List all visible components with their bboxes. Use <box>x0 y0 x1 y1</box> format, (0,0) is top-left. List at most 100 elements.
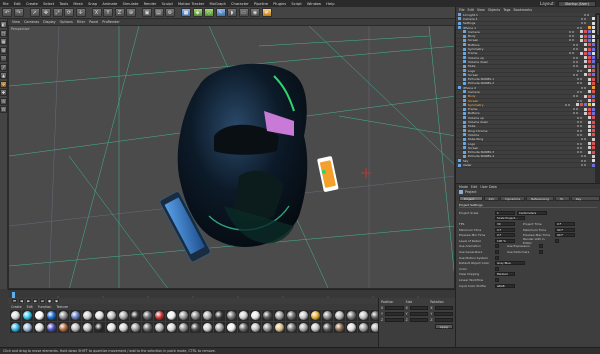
attribute-value[interactable]: sRGB <box>495 283 515 288</box>
material-swatch[interactable] <box>310 322 321 333</box>
visibility-toggles[interactable] <box>565 103 574 106</box>
material-swatch[interactable] <box>214 310 225 321</box>
attribute-value[interactable]: 0 F <box>495 227 515 232</box>
render-view-icon[interactable]: ▣ <box>142 8 152 17</box>
tab-info[interactable]: Info <box>483 195 500 201</box>
material-swatch[interactable] <box>106 322 117 333</box>
material-swatch[interactable] <box>238 310 249 321</box>
material-swatch[interactable] <box>286 322 297 333</box>
tweak-mode-icon[interactable]: ✚ <box>0 89 7 96</box>
pen-icon[interactable]: ✎ <box>215 8 226 17</box>
viewport-menu-cameras[interactable]: Cameras <box>24 20 39 24</box>
visibility-toggles[interactable] <box>577 133 586 136</box>
subdivision-surface-icon[interactable]: ◆ <box>192 8 203 17</box>
material-swatch[interactable] <box>322 310 333 321</box>
attribute-value[interactable] <box>495 277 499 282</box>
material-swatch[interactable] <box>82 310 93 321</box>
material-swatch[interactable] <box>94 310 105 321</box>
tag-icon[interactable] <box>580 103 583 107</box>
cube-icon[interactable]: ■ <box>181 8 191 17</box>
tag-icon[interactable] <box>588 94 591 98</box>
material-menu-texture[interactable]: Texture <box>56 305 68 309</box>
menu-file[interactable]: File <box>0 2 11 6</box>
tab-objects[interactable] <box>595 14 600 36</box>
visibility-toggles[interactable] <box>577 146 586 149</box>
tab-project-settings[interactable]: Project Settings <box>459 195 483 205</box>
visibility-toggles[interactable] <box>573 48 582 51</box>
viewport-menu-prorender[interactable]: ProRender <box>102 20 119 24</box>
object-menu-file[interactable]: File <box>459 8 465 12</box>
visibility-toggles[interactable] <box>581 17 590 20</box>
material-swatch[interactable] <box>142 310 153 321</box>
tag-icon[interactable] <box>588 60 591 64</box>
attribute-value-2[interactable]: 0 F <box>555 221 575 226</box>
tag-icon[interactable] <box>588 81 591 85</box>
undo-icon[interactable]: ↶ <box>2 8 12 17</box>
tag-icon[interactable] <box>588 90 591 94</box>
material-swatch[interactable] <box>346 310 357 321</box>
material-swatch[interactable] <box>298 322 309 333</box>
object-row[interactable]: Vader <box>456 163 595 168</box>
visibility-toggles[interactable] <box>584 13 593 16</box>
render-picture-viewer-icon[interactable]: ▤ <box>153 8 164 17</box>
tab-referencing[interactable]: Referencing <box>526 195 555 201</box>
material-swatch[interactable] <box>22 310 33 321</box>
make-editable-icon[interactable]: ◧ <box>0 21 7 28</box>
tag-icon[interactable] <box>584 56 587 60</box>
tag-icon[interactable] <box>588 116 591 120</box>
material-swatch[interactable] <box>70 310 81 321</box>
tag-icon[interactable] <box>588 77 591 81</box>
cursor-icon[interactable]: ✛ <box>75 8 86 17</box>
material-swatch[interactable] <box>46 310 57 321</box>
tag-icon[interactable] <box>588 120 591 124</box>
tag-icon[interactable] <box>584 111 587 115</box>
attribute-menu-user-data[interactable]: User Data <box>480 185 496 189</box>
attribute-value[interactable] <box>495 244 499 249</box>
visibility-toggles[interactable] <box>577 121 586 124</box>
material-swatch[interactable] <box>130 310 141 321</box>
material-swatch[interactable] <box>178 310 189 321</box>
material-swatch[interactable] <box>154 310 165 321</box>
visibility-toggles[interactable] <box>581 159 590 162</box>
attribute-menu-mode[interactable]: Mode <box>459 185 468 189</box>
material-swatch[interactable] <box>34 322 45 333</box>
move-icon[interactable]: ✥ <box>41 8 51 17</box>
visibility-toggles[interactable] <box>573 56 582 59</box>
tag-icon[interactable] <box>588 64 591 68</box>
material-swatch[interactable] <box>322 322 333 333</box>
polygons-mode-icon[interactable]: ▲ <box>0 72 7 79</box>
material-swatch[interactable] <box>178 322 189 333</box>
model-mode-icon[interactable]: ▢ <box>0 29 7 37</box>
light-icon[interactable]: ✹ <box>261 8 272 17</box>
tag-icon[interactable] <box>584 60 587 64</box>
material-swatch[interactable] <box>166 310 177 321</box>
menu-animate[interactable]: Animate <box>100 2 120 6</box>
attribute-value[interactable]: Medium <box>495 272 515 277</box>
viewport-menu-options[interactable]: Options <box>60 20 73 24</box>
material-swatch[interactable] <box>358 310 369 321</box>
material-swatch[interactable] <box>106 310 117 321</box>
tag-icon[interactable] <box>588 142 591 146</box>
object-menu-edit[interactable]: Edit <box>468 8 474 12</box>
material-swatch[interactable] <box>250 322 261 333</box>
menu-edit[interactable]: Edit <box>11 2 23 6</box>
material-swatch[interactable] <box>142 322 153 333</box>
visibility-toggles[interactable] <box>569 35 578 38</box>
visibility-toggles[interactable] <box>569 39 578 42</box>
visibility-toggles[interactable] <box>573 95 582 98</box>
tag-icon[interactable] <box>584 43 587 47</box>
tag-icon[interactable] <box>588 47 591 51</box>
material-swatch[interactable] <box>58 310 69 321</box>
tab-content-browser[interactable] <box>595 38 600 60</box>
material-swatch[interactable] <box>214 322 225 333</box>
timeline[interactable] <box>8 289 455 299</box>
material-swatch[interactable] <box>262 322 273 333</box>
tag-icon[interactable] <box>588 150 591 154</box>
viewport-menu-display[interactable]: Display <box>43 20 56 24</box>
visibility-toggles[interactable] <box>581 164 590 167</box>
attribute-value[interactable]: Gray Blue <box>495 261 525 266</box>
menu-script[interactable]: Script <box>289 2 305 6</box>
visibility-toggles[interactable] <box>577 99 586 102</box>
menu-motion-tracker[interactable]: Motion Tracker <box>175 2 206 6</box>
menu-character[interactable]: Character <box>228 2 251 6</box>
